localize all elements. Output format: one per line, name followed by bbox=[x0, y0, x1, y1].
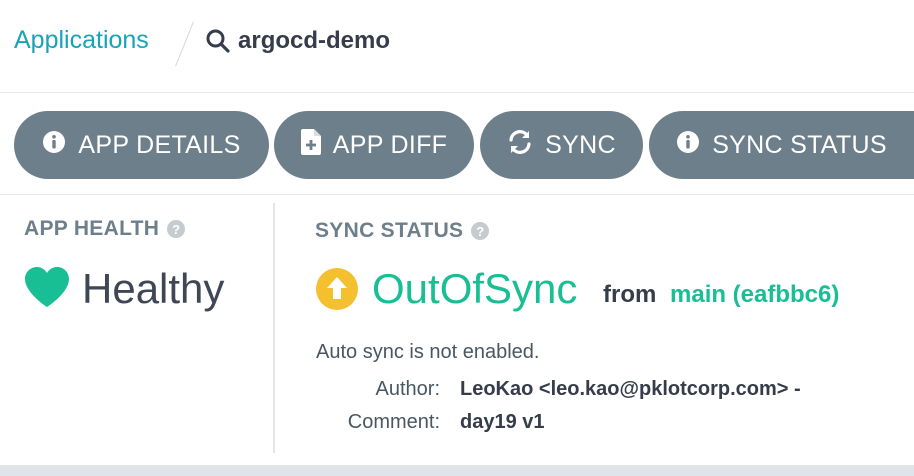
auto-sync-note: Auto sync is not enabled. bbox=[316, 341, 540, 363]
breadcrumb-separator bbox=[175, 21, 194, 67]
file-plus-icon bbox=[300, 128, 321, 162]
sync-label: SYNC bbox=[545, 130, 616, 159]
breadcrumb-applications-link[interactable]: Applications bbox=[14, 26, 149, 55]
sync-status-button[interactable]: SYNC STATUS bbox=[649, 111, 914, 179]
sync-status-title: SYNC STATUS ? bbox=[315, 219, 490, 243]
comment-label: Comment: bbox=[347, 411, 440, 433]
app-health-text: Healthy bbox=[82, 265, 225, 312]
app-health-title: APP HEALTH ? bbox=[24, 217, 186, 241]
comment-value: day19 v1 bbox=[460, 411, 545, 433]
sync-status-title-text: SYNC STATUS bbox=[315, 219, 464, 242]
sync-status-text: OutOfSync bbox=[372, 265, 578, 312]
sync-button[interactable]: SYNC bbox=[480, 111, 643, 179]
status-panel: APP HEALTH ? Healthy SYNC STATUS ? OutOf… bbox=[0, 195, 914, 465]
breadcrumb-current-app: argocd-demo bbox=[238, 27, 391, 54]
search-icon[interactable] bbox=[205, 28, 231, 59]
sync-arrows-icon bbox=[507, 129, 533, 162]
bottom-bar bbox=[0, 465, 914, 476]
help-icon[interactable]: ? bbox=[471, 222, 490, 240]
panel-divider bbox=[273, 203, 275, 453]
info-circle-icon bbox=[676, 130, 700, 161]
app-details-label: APP DETAILS bbox=[78, 130, 241, 159]
breadcrumb: Applications argocd-demo bbox=[0, 0, 914, 93]
arrow-up-circle-icon bbox=[315, 267, 359, 316]
app-diff-label: APP DIFF bbox=[332, 130, 448, 159]
sync-status-label: SYNC STATUS bbox=[712, 130, 887, 159]
heart-icon bbox=[24, 266, 70, 313]
app-diff-button[interactable]: APP DIFF bbox=[274, 111, 474, 179]
author-value: LeoKao <leo.kao@pklotcorp.com> - bbox=[460, 378, 801, 400]
info-circle-icon bbox=[42, 130, 66, 161]
help-icon[interactable]: ? bbox=[167, 220, 186, 238]
app-health-status: Healthy bbox=[24, 265, 224, 313]
app-health-title-text: APP HEALTH bbox=[24, 217, 160, 240]
author-label: Author: bbox=[375, 378, 440, 400]
app-toolbar: APP DETAILS APP DIFF SYNC SYNC STATUS bbox=[0, 93, 914, 195]
sync-from-label: from bbox=[603, 281, 657, 308]
sync-revision-link[interactable]: main (eafbbc6) bbox=[670, 281, 839, 309]
app-details-button[interactable]: APP DETAILS bbox=[14, 111, 269, 179]
